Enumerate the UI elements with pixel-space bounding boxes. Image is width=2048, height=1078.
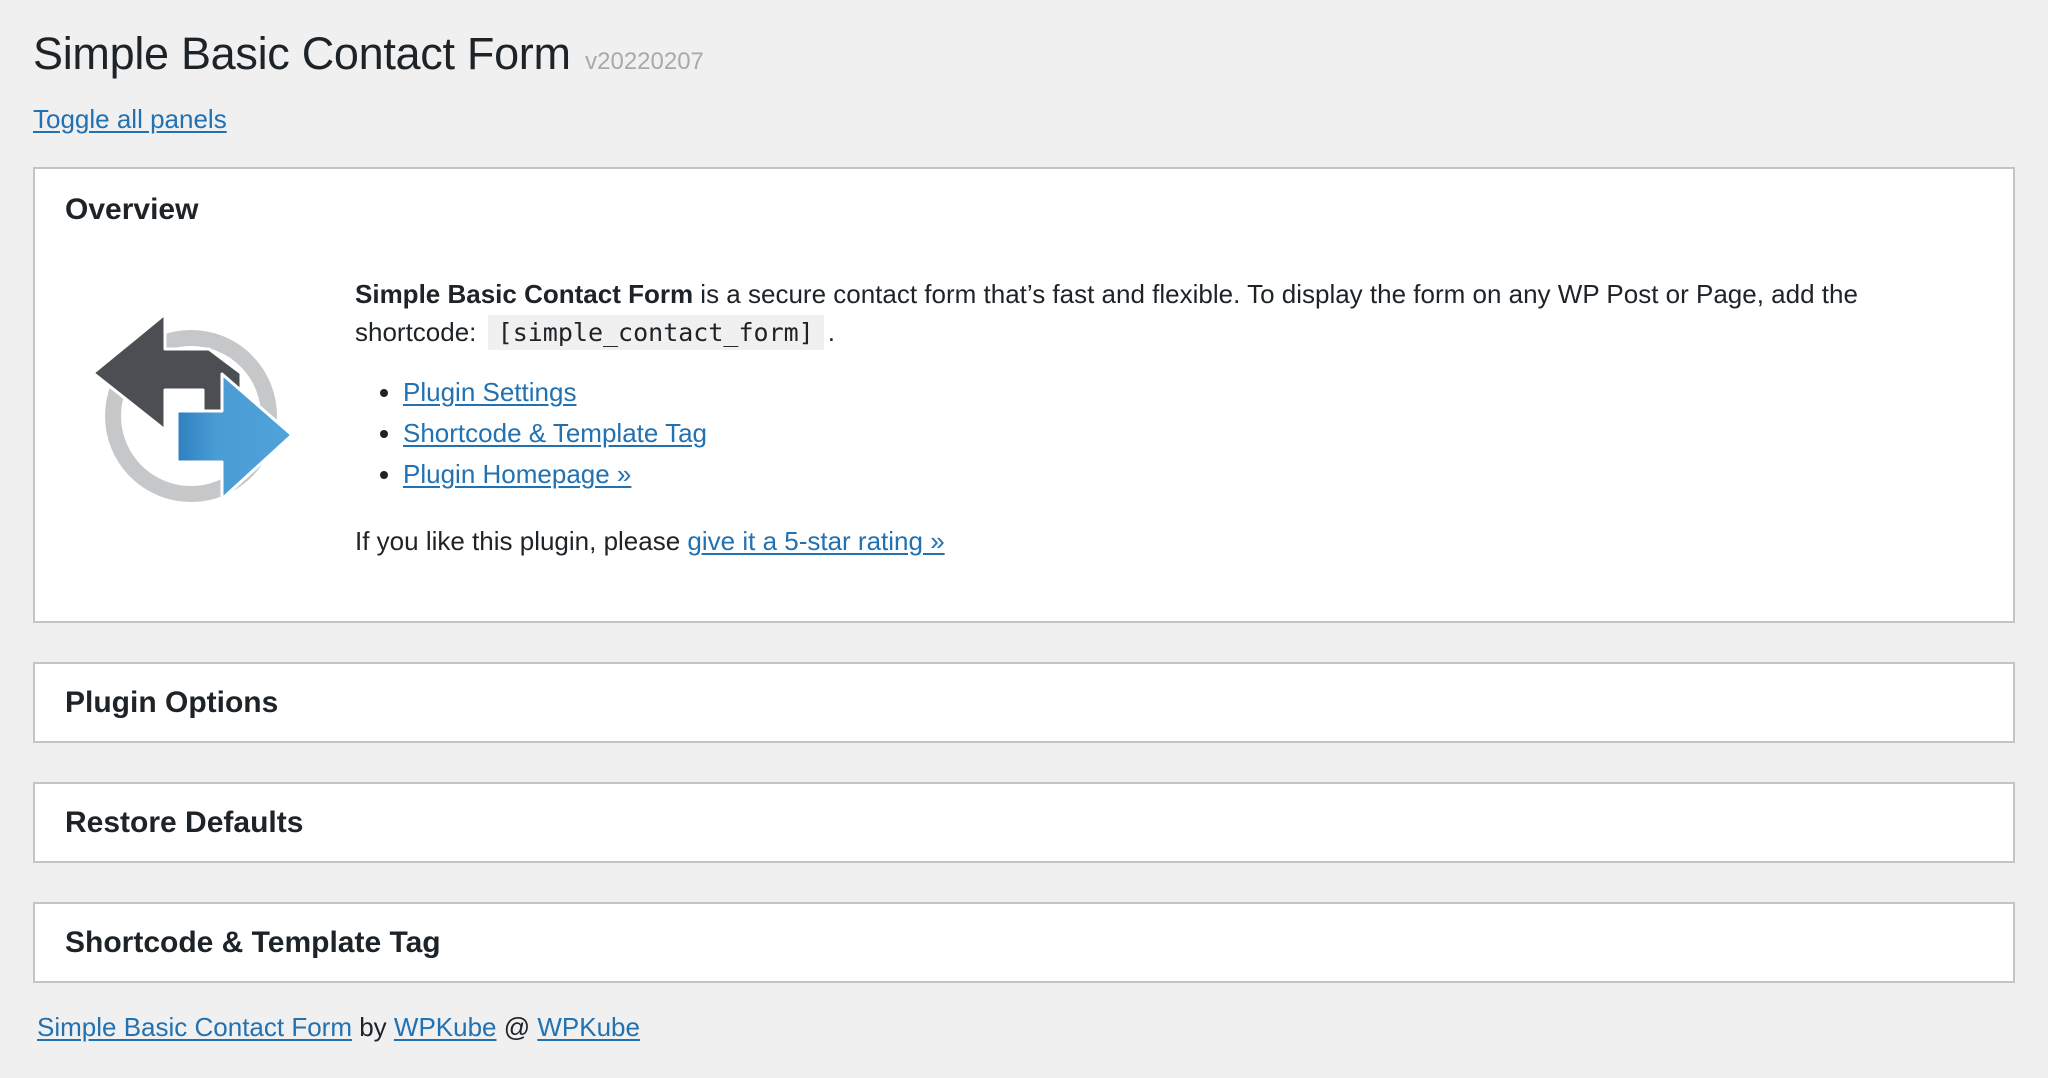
rating-prefix: If you like this plugin, please [355, 526, 688, 556]
shortcode-template-tag-panel[interactable]: Shortcode & Template Tag [33, 902, 2015, 983]
footer-by-text: by [351, 1012, 394, 1042]
rating-prompt: If you like this plugin, please give it … [355, 522, 1975, 560]
page-title: Simple Basic Contact Form [33, 28, 571, 79]
shortcode-code: [simple_contact_form] [487, 315, 824, 350]
footer-site-link[interactable]: WPKube [537, 1012, 640, 1042]
description-period: . [827, 317, 835, 347]
plugin-logo-arrows-icon [91, 312, 299, 520]
footer-credits: Simple Basic Contact Form by WPKube @ WP… [37, 1012, 640, 1043]
footer-at-text: @ [496, 1012, 538, 1042]
rating-link[interactable]: give it a 5-star rating » [687, 526, 944, 556]
toggle-all-panels-link[interactable]: Toggle all panels [33, 104, 227, 135]
overview-body: Simple Basic Contact Form is a secure co… [355, 275, 1975, 560]
restore-defaults-panel[interactable]: Restore Defaults [33, 782, 2015, 863]
restore-defaults-header[interactable]: Restore Defaults [35, 784, 2013, 861]
plugin-options-panel[interactable]: Plugin Options [33, 662, 2015, 743]
plugin-options-header[interactable]: Plugin Options [35, 664, 2013, 741]
shortcode-template-tag-header[interactable]: Shortcode & Template Tag [35, 904, 2013, 981]
overview-panel-header[interactable]: Overview [35, 193, 198, 227]
shortcode-template-tag-link[interactable]: Shortcode & Template Tag [403, 418, 707, 448]
plugin-homepage-link[interactable]: Plugin Homepage » [403, 459, 631, 489]
list-item: Plugin Homepage » [403, 454, 1975, 495]
plugin-name: Simple Basic Contact Form [355, 279, 694, 309]
plugin-settings-link[interactable]: Plugin Settings [403, 377, 576, 407]
version-label: v20220207 [585, 48, 704, 75]
list-item: Shortcode & Template Tag [403, 413, 1975, 454]
list-item: Plugin Settings [403, 372, 1975, 413]
footer-plugin-link[interactable]: Simple Basic Contact Form [37, 1012, 352, 1042]
title-row: Simple Basic Contact Form v20220207 [33, 28, 704, 80]
overview-description: Simple Basic Contact Form is a secure co… [355, 275, 1975, 352]
footer-author-link[interactable]: WPKube [394, 1012, 497, 1042]
overview-panel: Overview Simple Basic Contact Form is a … [33, 167, 2015, 623]
overview-links-list: Plugin Settings Shortcode & Template Tag… [355, 372, 1975, 495]
